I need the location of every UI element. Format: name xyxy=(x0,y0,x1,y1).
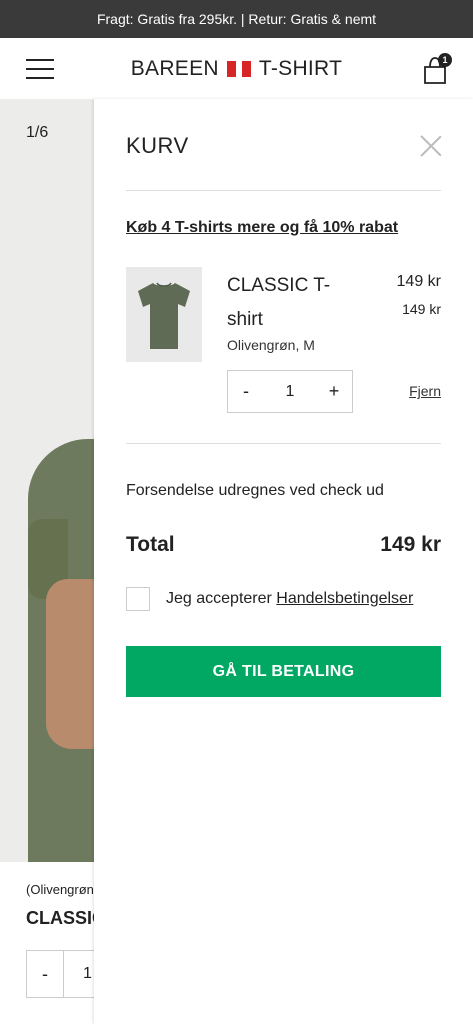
remove-item-link[interactable]: Fjern xyxy=(409,383,441,399)
product-image[interactable] xyxy=(0,99,94,862)
announcement-bar: Fragt: Gratis fra 295kr. | Retur: Gratis… xyxy=(0,0,473,38)
quantity-stepper: - 1 + xyxy=(227,370,353,413)
terms-checkbox[interactable] xyxy=(126,587,150,611)
cart-title: KURV xyxy=(126,133,189,158)
cart-icon[interactable]: 1 xyxy=(421,53,452,85)
terms-link[interactable]: Handelsbetingelser xyxy=(276,590,413,607)
image-counter: 1/6 xyxy=(26,124,49,141)
checkout-button[interactable]: GÅ TIL BETALING xyxy=(126,646,441,697)
cart-item-variant: Olivengrøn, M xyxy=(227,337,315,353)
product-quantity-minus[interactable]: - xyxy=(27,951,64,997)
cart-count-badge: 1 xyxy=(438,53,452,67)
quantity-value[interactable]: 1 xyxy=(264,371,316,412)
cart-drawer: KURV Køb 4 T-shirts mere og få 10% rabat… xyxy=(94,99,473,1024)
brand-name-right: T-SHIRT xyxy=(258,57,343,80)
cart-item-image[interactable] xyxy=(126,267,202,362)
product-variant-label: (Olivengrøn xyxy=(26,882,94,897)
shipping-note: Forsendelse udregnes ved check ud xyxy=(126,482,384,499)
close-icon[interactable] xyxy=(420,135,442,157)
brand-name-left: BAREEN xyxy=(130,57,219,80)
quantity-decrease-button[interactable]: - xyxy=(228,371,264,412)
site-header: BAREEN T-SHIRT 1 xyxy=(0,38,473,100)
divider xyxy=(126,443,441,444)
cart-item-name[interactable]: CLASSIC T-shirt xyxy=(227,269,337,337)
terms-prefix: Jeg accepterer xyxy=(166,590,272,607)
cart-item-price: 149 kr xyxy=(396,273,441,290)
danish-flag-icon xyxy=(226,61,251,77)
total-value: 149 kr xyxy=(380,533,441,556)
product-quantity-value: 1 xyxy=(83,965,92,982)
divider xyxy=(126,190,441,191)
total-label: Total xyxy=(126,533,175,556)
brand-logo[interactable]: BAREEN T-SHIRT xyxy=(0,57,473,81)
cart-item-unit-price: 149 kr xyxy=(402,301,441,317)
promo-link[interactable]: Køb 4 T-shirts mere og få 10% rabat xyxy=(126,219,398,237)
terms-text: Jeg accepterer Handelsbetingelser xyxy=(166,590,413,608)
quantity-increase-button[interactable]: + xyxy=(316,371,352,412)
announcement-text: Fragt: Gratis fra 295kr. | Retur: Gratis… xyxy=(96,11,377,27)
